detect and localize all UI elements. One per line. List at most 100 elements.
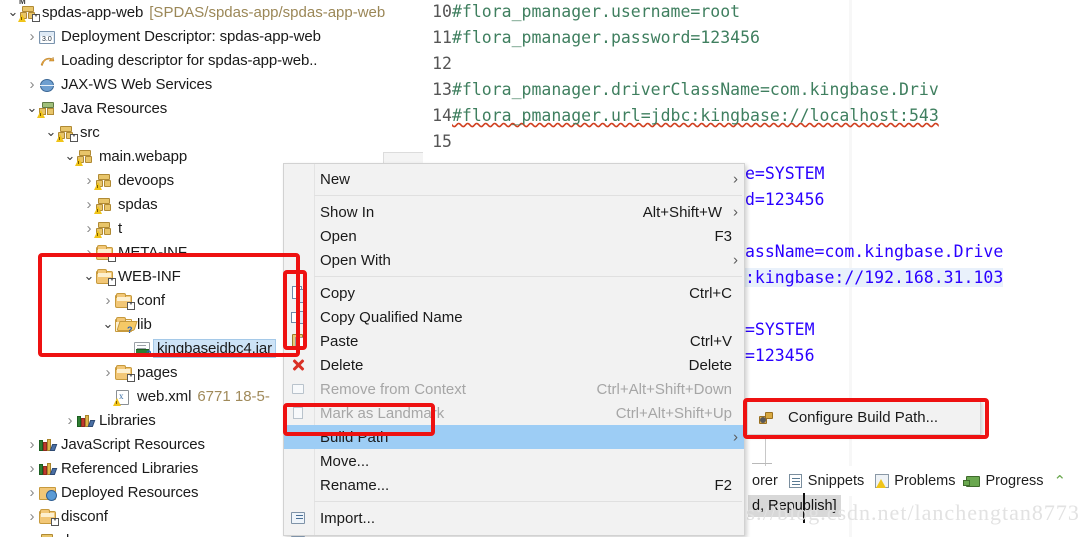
java-resources-icon (37, 100, 57, 118)
snippets-icon (788, 473, 805, 489)
tree-item-java-resources[interactable]: ⌄ Java Resources (0, 96, 424, 120)
tree-item-label: doc (61, 532, 85, 537)
editor-line[interactable]: 11 #flora_pmanager.password=123456 (424, 28, 1090, 54)
bottom-view-tabs[interactable]: orer Snippets Problems Progress ⌃ (752, 466, 1090, 496)
package-icon (94, 196, 114, 214)
menu-item-paste[interactable]: Paste Ctrl+V (284, 329, 744, 353)
package-icon (75, 148, 95, 166)
menu-item-copy[interactable]: Copy Ctrl+C (284, 281, 744, 305)
menu-item-mark-as-landmark: Mark as Landmark Ctrl+Alt+Shift+Up (284, 401, 744, 425)
folder-icon: * (96, 244, 116, 262)
chevron-right-icon[interactable]: › (101, 293, 115, 308)
editor-line-occluded[interactable] (745, 294, 1090, 320)
tree-item-label: web.xml (137, 387, 192, 405)
editor-line[interactable]: 10 #flora_pmanager.username=root (424, 2, 1090, 28)
jar-icon: ? (134, 340, 152, 358)
xml-file-icon (113, 388, 133, 406)
editor-line-occluded[interactable]: d=123456 (745, 190, 1090, 216)
menu-item-label: Export... (320, 534, 376, 537)
menu-item-build-path[interactable]: Build Path › (284, 425, 744, 449)
build-path-submenu[interactable]: Configure Build Path... (747, 400, 981, 435)
tab-orer[interactable]: orer (752, 473, 778, 489)
line-number: 11 (432, 28, 452, 47)
menu-item-label: Build Path (320, 428, 389, 446)
tree-item-spdas-app-web[interactable]: ⌄ M * spdas-app-web [SPDAS/spdas-app/spdas-a… (0, 0, 424, 24)
problems-icon (874, 473, 891, 489)
editor-line[interactable]: 15 (424, 132, 1090, 158)
menu-item-import[interactable]: Import... (284, 506, 744, 530)
chevron-down-icon[interactable]: ⌄ (101, 317, 115, 330)
web-services-icon (39, 76, 57, 93)
folder-open-icon: ? (115, 316, 133, 334)
chevron-right-icon[interactable]: › (25, 461, 39, 476)
libraries-icon (39, 436, 58, 453)
menu-item-open-with[interactable]: Open With › (284, 248, 744, 272)
editor-line-occluded[interactable]: e=SYSTEM (745, 164, 1090, 190)
tree-item-loading-descriptor-for-spdas-app-web[interactable]: Loading descriptor for spdas-app-web.. (0, 48, 424, 72)
tree-item-label: WEB-INF (118, 267, 181, 285)
tree-item-label: META-INF (118, 243, 187, 261)
chevron-right-icon[interactable]: › (25, 533, 39, 537)
menu-item-move[interactable]: Move... (284, 449, 744, 473)
tree-item-deployment-descriptor-spdas-app-web[interactable]: › Deployment Descriptor: spdas-app-web (0, 24, 424, 48)
menu-item-copy-qualified-name[interactable]: Copy Qualified Name (284, 305, 744, 329)
menu-separator (314, 195, 742, 196)
line-text: d=123456 (745, 190, 825, 209)
tab-snippets[interactable]: Snippets (788, 473, 864, 489)
context-menu[interactable]: New › Show In Alt+Shift+W › Open F3 Open With › C… (283, 163, 745, 537)
tree-item-label: Deployment Descriptor: spdas-app-web (61, 27, 321, 45)
chevron-right-icon[interactable]: › (25, 437, 39, 452)
landmark-icon (290, 405, 306, 421)
chevron-right-icon[interactable]: › (25, 77, 39, 92)
line-text: assName=com.kingbase.Drive (745, 242, 1004, 261)
tree-item-src[interactable]: ⌄ * src (0, 120, 424, 144)
package-icon (39, 532, 57, 537)
tree-item-label: Deployed Resources (61, 483, 199, 501)
tree-item-label: spdas-app-web (42, 3, 144, 21)
tree-item-jax-ws-web-services[interactable]: › JAX-WS Web Services (0, 72, 424, 96)
editor-line[interactable]: 14 #flora_pmanager.url=jdbc:kingbase://lo… (424, 106, 1090, 132)
configure-build-path-icon (758, 410, 774, 426)
editor-line-occluded[interactable] (745, 216, 1090, 242)
chevron-right-icon[interactable]: › (82, 245, 96, 260)
chevron-right-icon[interactable]: › (101, 365, 115, 380)
tab-problems[interactable]: Problems (874, 473, 955, 489)
line-text: #flora_pmanager.url=jdbc:kingbase://loca… (452, 106, 939, 125)
line-text: #flora_pmanager.driverClassName=com.king… (452, 80, 939, 99)
menu-item-show-in[interactable]: Show In Alt+Shift+W › (284, 200, 744, 224)
menu-item-accelerator: F2 (714, 476, 732, 494)
source-folder-icon: * (56, 124, 78, 142)
tab-progress[interactable]: Progress (963, 473, 1044, 489)
menu-item-accelerator: Ctrl+V (689, 332, 732, 350)
folder-icon: * (115, 292, 135, 310)
tab-overflow-icon[interactable]: ⌃ (1054, 472, 1067, 490)
chevron-right-icon[interactable]: › (63, 413, 77, 428)
chevron-right-icon[interactable]: › (25, 29, 39, 44)
editor-line[interactable]: 13 #flora_pmanager.driverClassName=com.ki… (424, 80, 1090, 106)
editor-line-occluded[interactable]: =123456 (745, 346, 1090, 372)
editor-line[interactable]: 12 (424, 54, 1090, 80)
tree-item-label: pages (137, 363, 178, 381)
chevron-right-icon: › (733, 203, 738, 221)
editor-line-occluded[interactable]: assName=com.kingbase.Drive (745, 242, 1090, 268)
editor-line-occluded[interactable]: =SYSTEM (745, 320, 1090, 346)
menu-item-new[interactable]: New › (284, 167, 744, 191)
menu-item-label: New (320, 170, 351, 188)
editor-line-occluded[interactable]: :kingbase://192.168.31.103 (745, 268, 1090, 294)
menu-item-delete[interactable]: Delete Delete (284, 353, 744, 377)
menu-item-export[interactable]: Export... (284, 530, 744, 537)
line-number: 14 (432, 106, 452, 125)
menu-item-label: Show In (320, 203, 375, 221)
menu-item-open[interactable]: Open F3 (284, 224, 744, 248)
menu-item-rename[interactable]: Rename... F2 (284, 473, 744, 497)
menu-item-label: Copy Qualified Name (320, 308, 463, 326)
chevron-down-icon[interactable]: ⌄ (82, 269, 96, 282)
delete-icon (290, 357, 306, 373)
chevron-right-icon[interactable]: › (25, 485, 39, 500)
chevron-right-icon[interactable]: › (25, 509, 39, 524)
submenu-item-configure-build-path[interactable]: Configure Build Path... (748, 403, 980, 432)
tree-item-label: Libraries (99, 411, 156, 429)
tree-item-label: lib (137, 315, 152, 333)
copy-qualified-icon (290, 309, 307, 325)
menu-item-accelerator: F3 (714, 227, 732, 245)
